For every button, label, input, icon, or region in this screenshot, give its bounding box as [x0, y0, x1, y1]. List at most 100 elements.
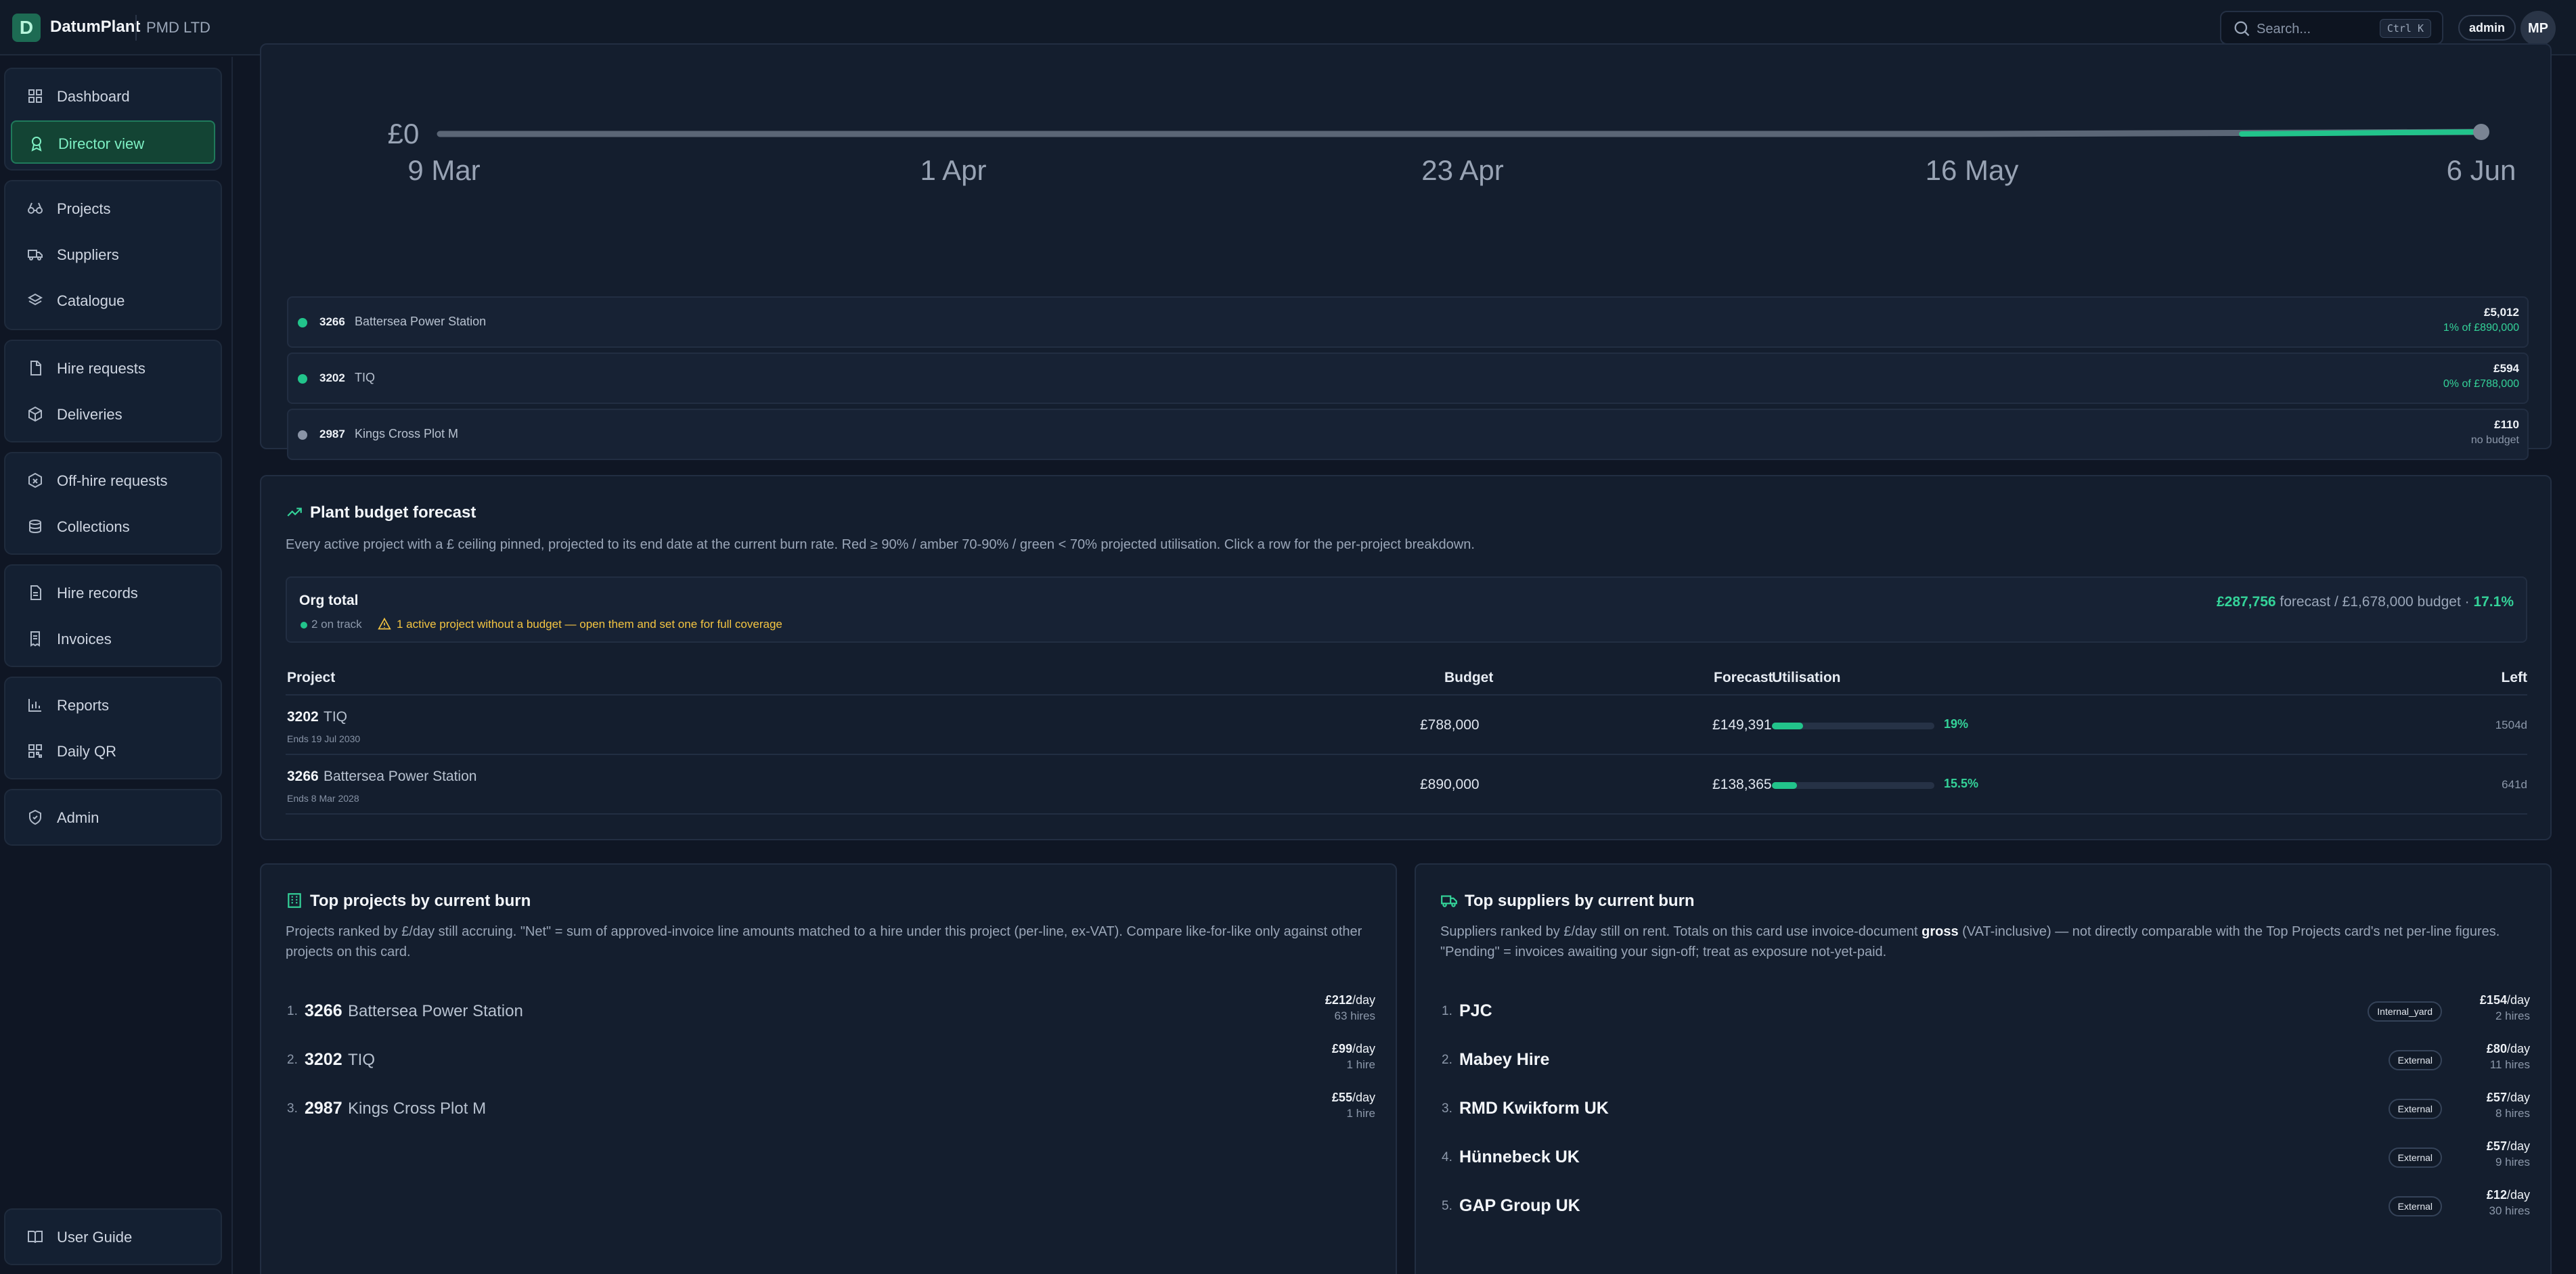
list-item[interactable]: 2. Mabey Hire External £80/day 11 hires: [1440, 1035, 2530, 1084]
sidebar-item-label: Catalogue: [57, 292, 125, 309]
project-spend-row[interactable]: 3202 TIQ £594 0% of £788,000: [287, 352, 2529, 404]
file-text-icon: [30, 585, 41, 600]
hire-count: 8 hires: [2495, 1107, 2530, 1120]
grid-icon: [28, 89, 42, 103]
qr-icon: [28, 744, 42, 758]
hire-count: 1 hire: [1346, 1058, 1375, 1071]
role-badge[interactable]: admin: [2458, 15, 2516, 41]
burn-rate: £57/day: [2486, 1091, 2530, 1104]
file-icon: [30, 361, 41, 376]
status-dot: [298, 318, 307, 327]
nav-group-footer: User Guide: [4, 1208, 222, 1265]
sidebar-item-collections[interactable]: Collections: [11, 505, 215, 548]
sidebar-item-director-view[interactable]: Director view: [11, 120, 215, 164]
sidebar-item-label: Hire requests: [57, 360, 146, 377]
sidebar-item-hire-records[interactable]: Hire records: [11, 571, 215, 614]
sidebar-item-projects[interactable]: Projects: [11, 187, 215, 230]
burn-rate: £80/day: [2486, 1042, 2530, 1055]
list-item[interactable]: 3. 2987 Kings Cross Plot M £55/day 1 hir…: [286, 1084, 1375, 1133]
bar-chart-icon: [28, 699, 41, 712]
card-description: Every active project with a £ ceiling pi…: [286, 537, 1475, 552]
budget-share: 0% of £788,000: [2443, 378, 2519, 390]
search-input[interactable]: Search... Ctrl K: [2220, 11, 2443, 45]
status-dot: [298, 430, 307, 440]
project-name: Battersea Power Station: [355, 315, 487, 328]
layers-icon: [27, 293, 43, 306]
sidebar-item-reports[interactable]: Reports: [11, 683, 215, 727]
sidebar-item-suppliers[interactable]: Suppliers: [11, 233, 215, 276]
burn-rate: £154/day: [2479, 993, 2530, 1007]
forecast-value: £138,365: [1712, 777, 1772, 792]
sidebar-item-hire-requests[interactable]: Hire requests: [11, 346, 215, 390]
search-shortcut: Ctrl K: [2379, 19, 2431, 38]
days-left: 641d: [2502, 778, 2527, 791]
sidebar-item-invoices[interactable]: Invoices: [11, 617, 215, 660]
utilisation-percent: 15.5%: [1944, 777, 1979, 790]
sidebar-item-label: Daily QR: [57, 743, 117, 760]
binoculars-icon: [28, 202, 43, 214]
list-item[interactable]: 4. Hünnebeck UK External £57/day 9 hires: [1440, 1133, 2530, 1181]
list-item[interactable]: 5. GAP Group UK External £12/day 30 hire…: [1440, 1181, 2530, 1230]
column-header-budget: Budget: [1444, 670, 1494, 685]
column-header-utilisation: Utilisation: [1772, 670, 1841, 685]
avatar[interactable]: MP: [2521, 11, 2556, 46]
list-item[interactable]: 1. 3266 Battersea Power Station £212/day…: [286, 986, 1375, 1035]
project-spend-row[interactable]: 3266 Battersea Power Station £5,012 1% o…: [287, 296, 2529, 348]
organisation-name: PMD LTD: [146, 19, 210, 36]
sidebar-item-catalogue[interactable]: Catalogue: [11, 279, 215, 322]
hire-count: 30 hires: [2489, 1204, 2530, 1217]
forecast-percent: 17.1%: [2473, 594, 2514, 610]
sidebar-item-label: Hire records: [57, 585, 138, 601]
hire-count: 11 hires: [2489, 1058, 2530, 1071]
rank: 1.: [287, 1004, 298, 1018]
rank: 4.: [1442, 1150, 1452, 1164]
column-header-left: Left: [2501, 670, 2528, 685]
project-code: 3202: [305, 1050, 342, 1069]
sidebar-item-deliveries[interactable]: Deliveries: [11, 392, 215, 436]
sidebar-item-label: Invoices: [57, 631, 112, 647]
sidebar-item-label: Collections: [57, 518, 130, 535]
list-item[interactable]: 1. PJC Internal_yard £154/day 2 hires: [1440, 986, 2530, 1035]
sidebar-item-off-hire-requests[interactable]: Off-hire requests: [11, 459, 215, 502]
burn-rate: £12/day: [2486, 1188, 2530, 1202]
nav-group-admin: Admin: [4, 789, 222, 846]
card-description: Suppliers ranked by £/day still on rent.…: [1440, 924, 2500, 959]
list-item[interactable]: 3. RMD Kwikform UK External £57/day 8 hi…: [1440, 1084, 2530, 1133]
sidebar-item-label: User Guide: [57, 1229, 133, 1246]
project-name: Battersea Power Station: [324, 769, 477, 784]
card-title: Top suppliers by current burn: [1465, 892, 1695, 910]
sidebar-item-label: Dashboard: [57, 88, 130, 105]
utilisation-percent: 19%: [1944, 717, 1969, 731]
table-row[interactable]: 3266 Battersea Power Station Ends 8 Mar …: [286, 755, 2527, 815]
project-code: 2987: [319, 428, 345, 440]
app-logo[interactable]: D: [12, 14, 41, 42]
column-header-project: Project: [287, 670, 336, 685]
nav-group-overview: Dashboard Director view: [4, 68, 222, 170]
project-spend-row[interactable]: 2987 Kings Cross Plot M £110 no budget: [287, 409, 2529, 460]
main-content: £0 9 Mar 1 Apr 23 Apr 16 May 6 Jun 3266 Batt…: [233, 43, 2576, 1274]
project-code: 2987: [305, 1099, 342, 1118]
brand-name[interactable]: DatumPlant: [50, 18, 140, 37]
card-title: Top projects by current burn: [310, 892, 531, 910]
sidebar-item-label: Admin: [57, 809, 99, 826]
badge-icon: [31, 137, 42, 152]
sidebar-item-user-guide[interactable]: User Guide: [11, 1215, 215, 1258]
budget-value: £890,000: [1420, 777, 1480, 792]
project-code: 3202: [319, 371, 345, 384]
sidebar-item-admin[interactable]: Admin: [11, 796, 215, 839]
spend-line-chart: £0 9 Mar 1 Apr 23 Apr 16 May 6 Jun: [388, 118, 2516, 186]
truck-icon: [28, 250, 43, 260]
sidebar-item-dashboard[interactable]: Dashboard: [11, 74, 215, 118]
package-icon: [28, 406, 42, 422]
spend-amount: £110: [2494, 418, 2519, 431]
rank: 1.: [1442, 1004, 1452, 1018]
sidebar-item-label: Reports: [57, 697, 110, 714]
nav-group-hire: Hire requests Deliveries: [4, 340, 222, 442]
table-row[interactable]: 3202 TIQ Ends 19 Jul 2030 £788,000 £149,…: [286, 696, 2527, 755]
budget-warning[interactable]: 1 active project without a budget — open…: [397, 618, 782, 631]
x-tick-label: 6 Jun: [2447, 154, 2516, 186]
list-item[interactable]: 2. 3202 TIQ £99/day 1 hire: [286, 1035, 1375, 1084]
sidebar-item-daily-qr[interactable]: Daily QR: [11, 729, 215, 773]
data-point[interactable]: [2473, 124, 2489, 140]
supplier-type-tag: External: [2388, 1050, 2442, 1070]
